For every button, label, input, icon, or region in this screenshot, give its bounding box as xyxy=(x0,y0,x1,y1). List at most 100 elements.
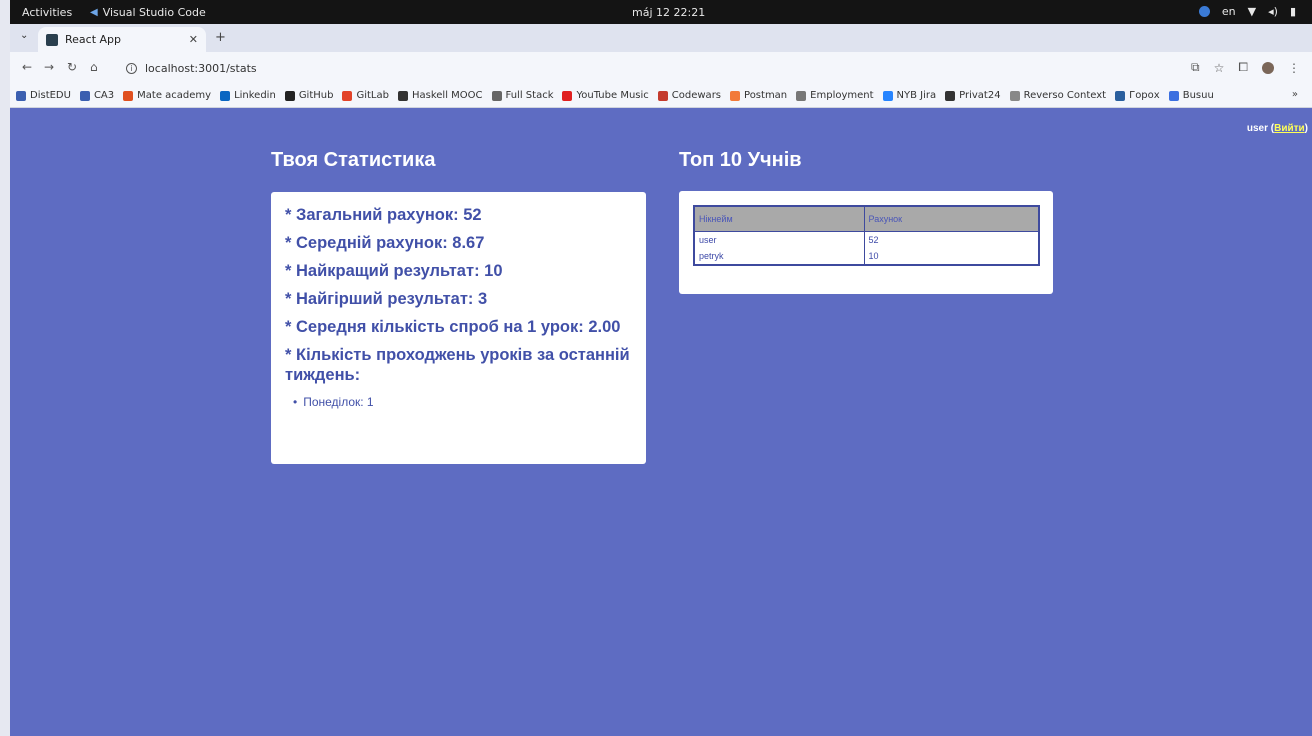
table-header-row: Нікнейм Рахунок xyxy=(693,205,1040,232)
bookmark-nyb-jira[interactable]: NYB Jira xyxy=(882,90,937,101)
bookmark-favicon-icon xyxy=(730,90,741,101)
tab-search-chevron-icon[interactable]: ⌄ xyxy=(20,30,28,41)
new-tab-icon[interactable]: + xyxy=(215,30,226,45)
bookmarks-overflow-chevron-icon[interactable]: » xyxy=(1292,89,1298,100)
stats-card: * Загальний рахунок: 52 * Середній рахун… xyxy=(271,192,646,464)
bookmark-favicon-icon xyxy=(657,90,668,101)
bookmark-label: Reverso Context xyxy=(1023,90,1107,101)
bookmark-favicon-icon xyxy=(562,90,573,101)
bookmark-github[interactable]: GitHub xyxy=(284,90,334,101)
bookmark-label: Mate academy xyxy=(137,90,212,101)
bookmark-privat24[interactable]: Privat24 xyxy=(945,90,1001,101)
profile-avatar[interactable] xyxy=(1262,61,1274,74)
bookmark-employment[interactable]: Employment xyxy=(796,90,874,101)
battery-icon: ▮ xyxy=(1289,5,1296,18)
stat-average-attempts: * Середня кількість спроб на 1 урок: 2.0… xyxy=(285,318,621,336)
bookmark-label: Горох xyxy=(1129,90,1160,101)
cell-score: 10 xyxy=(864,248,1040,265)
activities-button[interactable]: Activities xyxy=(22,6,72,19)
active-app-indicator[interactable]: ◀ Visual Studio Code xyxy=(90,6,206,19)
bookmark-favicon-icon xyxy=(1009,90,1020,101)
bookmark-label: GitHub xyxy=(298,90,334,101)
bookmark-full-stack[interactable]: Full Stack xyxy=(491,90,554,101)
back-arrow-icon[interactable]: ← xyxy=(22,60,32,74)
bookmark-codewars[interactable]: Codewars xyxy=(657,90,722,101)
bookmark-favicon-icon xyxy=(284,90,295,101)
os-top-bar: Activities ◀ Visual Studio Code máj 12 2… xyxy=(10,0,1312,24)
bookmark-favicon-icon xyxy=(16,90,26,101)
menu-kebab-icon[interactable]: ⋮ xyxy=(1288,61,1300,75)
bookmark-label: Codewars xyxy=(671,90,722,101)
cell-nickname: user xyxy=(694,231,865,248)
home-icon[interactable]: ⌂ xyxy=(90,60,98,74)
tab-title: React App xyxy=(65,33,122,46)
bookmark-reverso-context[interactable]: Reverso Context xyxy=(1009,90,1107,101)
bookmark-youtube-music[interactable]: YouTube Music xyxy=(562,90,649,101)
wifi-icon: ▼ xyxy=(1247,5,1257,18)
top-students-card: Нікнейм Рахунок user 52 petryk 10 xyxy=(679,191,1053,294)
bookmark-postman[interactable]: Postman xyxy=(730,90,787,101)
volume-icon: ◂) xyxy=(1268,5,1278,18)
clock[interactable]: máj 12 22:21 xyxy=(632,6,705,19)
column-header-nickname: Нікнейм xyxy=(693,205,865,232)
bookmark-favicon-icon xyxy=(882,90,893,101)
bookmark-linkedin[interactable]: Linkedin xyxy=(220,90,276,101)
browser-toolbar: ← → ↻ ⌂ i localhost:3001/stats ⧉ ☆ ⧠ ⋮ xyxy=(10,52,1312,84)
bookmark-favicon-icon xyxy=(945,90,956,101)
url-text[interactable]: localhost:3001/stats xyxy=(145,62,257,75)
bookmarks-bar: DistEDU CA3 Mate academy Linkedin GitHub GitL… xyxy=(10,84,1312,108)
stat-best-result: * Найкращий результат: 10 xyxy=(285,262,503,280)
bookmark-label: NYB Jira xyxy=(896,90,937,101)
bookmark-label: CA3 xyxy=(93,90,115,101)
table-row: user 52 xyxy=(694,231,1040,248)
browser-tab[interactable]: React App ✕ xyxy=(38,27,206,52)
status-icon xyxy=(1198,6,1210,17)
bookmark-gitlab[interactable]: GitLab xyxy=(342,90,389,101)
bullet-icon: • xyxy=(293,395,298,409)
cell-nickname: petryk xyxy=(694,248,865,265)
site-info-icon[interactable]: i xyxy=(126,62,137,74)
address-bar[interactable]: i localhost:3001/stats xyxy=(118,57,1158,79)
bookmark-ca3[interactable]: CA3 xyxy=(79,90,115,101)
weekly-list: • Понеділок: 1 xyxy=(285,395,632,409)
forward-arrow-icon[interactable]: → xyxy=(44,60,54,74)
bookmark-favicon-icon xyxy=(342,90,353,101)
bookmark-label: Linkedin xyxy=(234,90,276,101)
bookmark-горох[interactable]: Горох xyxy=(1115,90,1160,101)
bookmark-label: DistEDU xyxy=(30,90,71,101)
username: user xyxy=(1246,123,1268,134)
logout-link[interactable]: Вийти xyxy=(1274,123,1305,134)
bookmark-label: Full Stack xyxy=(505,90,554,101)
stat-worst-result: * Найгірший результат: 3 xyxy=(285,290,488,308)
vscode-icon: ◀ xyxy=(90,7,98,18)
top-students-title: Топ 10 Учнів xyxy=(679,149,802,171)
bookmark-haskell-mooc[interactable]: Haskell MOOC xyxy=(397,90,483,101)
bookmark-label: Employment xyxy=(810,90,874,101)
bookmark-distedu[interactable]: DistEDU xyxy=(16,90,71,101)
bookmark-busuu[interactable]: Busuu xyxy=(1168,90,1214,101)
bookmark-label: Busuu xyxy=(1182,90,1214,101)
install-app-icon[interactable]: ⧉ xyxy=(1191,60,1200,75)
reload-icon[interactable]: ↻ xyxy=(67,60,77,74)
bookmark-star-icon[interactable]: ☆ xyxy=(1214,61,1225,75)
bookmark-label: YouTube Music xyxy=(576,90,649,101)
system-tray[interactable]: en ▼ ◂) ▮ xyxy=(1198,5,1296,18)
bookmark-favicon-icon xyxy=(491,90,502,101)
bookmark-favicon-icon xyxy=(1115,90,1126,101)
bookmark-favicon-icon xyxy=(1168,90,1179,101)
bookmark-label: Postman xyxy=(744,90,788,101)
language-indicator[interactable]: en xyxy=(1222,5,1236,18)
extensions-icon[interactable]: ⧠ xyxy=(1238,60,1248,75)
bookmark-favicon-icon xyxy=(220,90,231,101)
page-viewport: user (Вийти) Твоя Статистика Топ 10 Учні… xyxy=(10,108,1312,736)
bookmark-favicon-icon xyxy=(123,90,134,101)
stats-title: Твоя Статистика xyxy=(271,149,436,171)
bookmark-favicon-icon xyxy=(397,90,408,101)
user-area: user (Вийти) xyxy=(1246,123,1308,134)
list-item: • Понеділок: 1 xyxy=(293,395,632,409)
tab-close-icon[interactable]: ✕ xyxy=(189,33,198,46)
bookmark-mate-academy[interactable]: Mate academy xyxy=(123,90,211,101)
stat-weekly-completions: * Кількість проходжень уроків за останні… xyxy=(285,346,630,384)
active-app-name: Visual Studio Code xyxy=(102,6,206,19)
weekday-count: Понеділок: 1 xyxy=(303,395,374,409)
